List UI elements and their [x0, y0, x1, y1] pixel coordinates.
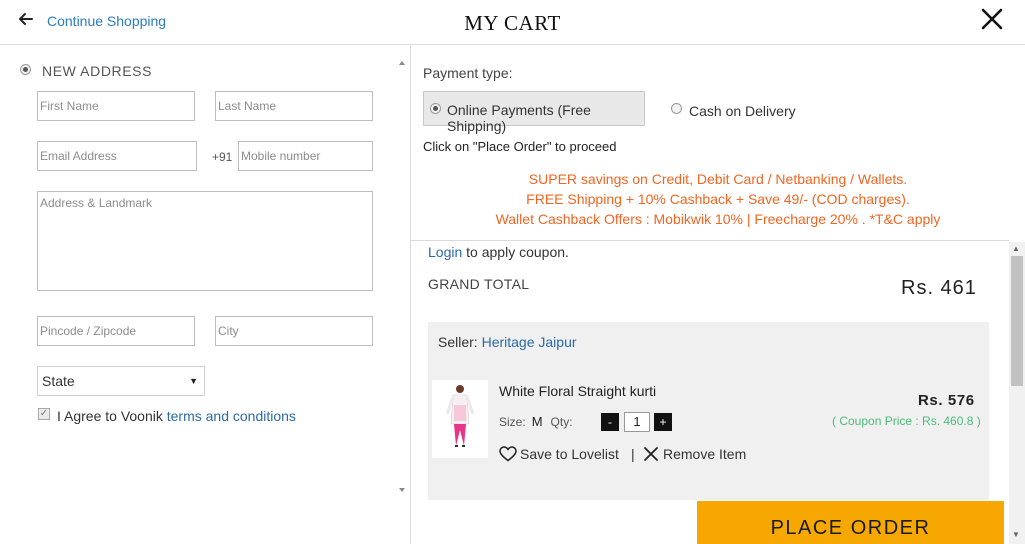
online-payment-option[interactable]: Online Payments (Free Shipping) — [423, 91, 645, 134]
grand-total-label: GRAND TOTAL — [428, 276, 530, 292]
coupon-text: to apply coupon. — [466, 244, 569, 260]
scroll-up-icon[interactable]: ▲ — [1012, 244, 1020, 253]
offer-line: Wallet Cashback Offers : Mobikwik 10% | … — [495, 211, 941, 227]
heart-icon — [499, 446, 517, 462]
size-label-group: Size: M Qty: — [499, 414, 573, 429]
remove-x-icon — [644, 447, 658, 461]
qty-increase-button[interactable]: + — [654, 413, 672, 431]
size-label: Size: — [499, 415, 526, 429]
place-order-note: Click on "Place Order" to proceed — [423, 139, 617, 154]
left-scrollbar[interactable] — [395, 57, 409, 497]
terms-link[interactable]: terms and conditions — [167, 408, 296, 424]
cart-item-card: Seller: Heritage Jaipur White Floral Str… — [428, 322, 989, 500]
address-field[interactable] — [37, 191, 373, 291]
agree-text: I Agree to Voonik terms and conditions — [57, 408, 296, 424]
new-address-radio[interactable] — [20, 64, 31, 75]
last-name-field[interactable] — [215, 91, 373, 121]
agree-checkbox[interactable]: ✓ — [38, 408, 50, 420]
online-payment-label: Online Payments (Free Shipping) — [447, 102, 591, 134]
remove-item-label: Remove Item — [663, 446, 747, 462]
state-select[interactable]: State ▼ — [37, 366, 205, 396]
chevron-down-icon: ▼ — [189, 376, 198, 386]
cod-radio[interactable] — [671, 103, 682, 114]
pincode-field[interactable] — [37, 316, 195, 346]
login-link[interactable]: Login — [428, 244, 462, 260]
action-separator: | — [631, 446, 635, 462]
seller-line: Seller: Heritage Jaipur — [438, 334, 577, 350]
qty-decrease-button[interactable]: - — [601, 413, 619, 431]
email-field[interactable] — [37, 141, 197, 171]
grand-total-value: Rs. 461 — [901, 277, 977, 299]
coupon-price: ( Coupon Price : Rs. 460.8 ) — [832, 414, 981, 428]
item-price: Rs. 576 — [918, 392, 975, 409]
payment-type-label: Payment type: — [423, 65, 513, 81]
size-value: M — [531, 414, 543, 429]
cart-panel: Payment type: Online Payments (Free Ship… — [411, 46, 1025, 544]
seller-label: Seller: — [438, 334, 478, 350]
remove-item-button[interactable]: Remove Item — [643, 446, 746, 462]
offers-list: SUPER savings on Credit, Debit Card / Ne… — [411, 171, 1025, 231]
online-payment-radio[interactable] — [430, 103, 441, 114]
product-thumbnail[interactable] — [432, 380, 488, 458]
phone-prefix: +91 — [212, 150, 233, 164]
save-to-lovelist-button[interactable]: Save to Lovelist — [499, 446, 619, 462]
mobile-field[interactable] — [238, 141, 373, 171]
header-bar: Continue Shopping MY CART — [0, 0, 1025, 45]
offer-line: FREE Shipping + 10% Cashback + Save 49/-… — [526, 191, 910, 207]
page-title: MY CART — [464, 11, 561, 35]
coupon-line: Login to apply coupon. — [428, 244, 569, 260]
state-select-value: State — [42, 373, 75, 389]
right-scrollbar[interactable]: ▲ ▼ — [1009, 242, 1025, 544]
close-icon[interactable] — [980, 7, 1004, 31]
qty-label: Qty: — [550, 415, 573, 429]
qty-value[interactable]: 1 — [624, 412, 650, 432]
offer-line: SUPER savings on Credit, Debit Card / Ne… — [528, 171, 908, 187]
scrollbar-thumb[interactable] — [1011, 256, 1023, 386]
place-order-button[interactable]: PLACE ORDER — [697, 501, 1004, 544]
save-to-lovelist-label: Save to Lovelist — [520, 446, 619, 462]
product-name[interactable]: White Floral Straight kurti — [499, 383, 656, 399]
agree-prefix: I Agree to Voonik — [57, 408, 163, 424]
seller-link[interactable]: Heritage Jaipur — [482, 334, 577, 350]
section-divider — [411, 240, 1009, 241]
scroll-down-icon[interactable]: ▼ — [1012, 530, 1020, 539]
address-panel: NEW ADDRESS +91 State ▼ ✓ I Agree to Voo… — [0, 46, 410, 544]
new-address-label: NEW ADDRESS — [42, 63, 153, 79]
city-field[interactable] — [215, 316, 373, 346]
first-name-field[interactable] — [37, 91, 195, 121]
cod-label: Cash on Delivery — [689, 103, 796, 119]
